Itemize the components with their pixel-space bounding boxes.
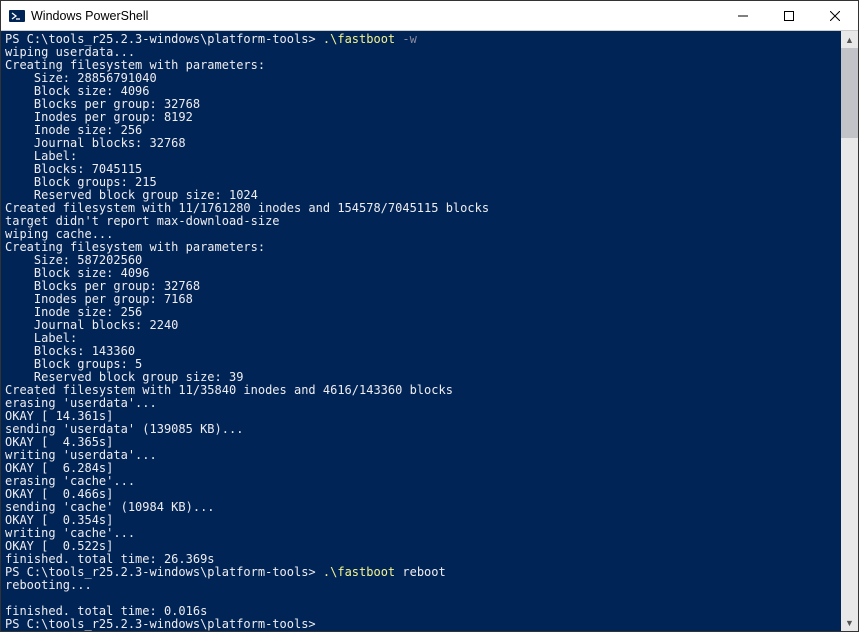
console-output[interactable]: PS C:\tools_r25.2.3-windows\platform-too… — [1, 31, 841, 631]
output-line: Journal blocks: 32768 — [5, 136, 186, 150]
output-line: finished. total time: 26.369s — [5, 552, 215, 566]
maximize-icon — [784, 11, 794, 21]
output-line: Block size: 4096 — [5, 266, 150, 280]
output-line: Size: 28856791040 — [5, 71, 157, 85]
output-line: Created filesystem with 11/35840 inodes … — [5, 383, 453, 397]
output-line: wiping cache... — [5, 227, 113, 241]
scroll-thumb[interactable] — [841, 48, 858, 138]
output-line: Block groups: 5 — [5, 357, 142, 371]
output-line: Inodes per group: 8192 — [5, 110, 193, 124]
output-line: Blocks: 143360 — [5, 344, 135, 358]
output-line: OKAY [ 0.354s] — [5, 513, 113, 527]
output-line: Size: 587202560 — [5, 253, 142, 267]
output-line: sending 'userdata' (139085 KB)... — [5, 422, 243, 436]
output-line: OKAY [ 4.365s] — [5, 435, 113, 449]
cursor — [323, 619, 330, 631]
output-line: OKAY [ 0.522s] — [5, 539, 113, 553]
prompt-line: PS C:\tools_r25.2.3-windows\platform-too… — [5, 617, 330, 631]
output-line: rebooting... — [5, 578, 92, 592]
scroll-up-button[interactable]: ▲ — [841, 31, 858, 48]
output-line: Inode size: 256 — [5, 123, 142, 137]
titlebar[interactable]: Windows PowerShell — [1, 1, 858, 31]
output-line: Reserved block group size: 1024 — [5, 188, 258, 202]
output-line: Inode size: 256 — [5, 305, 142, 319]
output-line: Creating filesystem with parameters: — [5, 58, 265, 72]
console-area: PS C:\tools_r25.2.3-windows\platform-too… — [1, 31, 858, 631]
prompt-line: PS C:\tools_r25.2.3-windows\platform-too… — [5, 565, 446, 579]
output-line: erasing 'userdata'... — [5, 396, 157, 410]
vertical-scrollbar[interactable]: ▲ ▼ — [841, 31, 858, 631]
output-line: Journal blocks: 2240 — [5, 318, 178, 332]
output-line: Block groups: 215 — [5, 175, 157, 189]
output-line: Blocks: 7045115 — [5, 162, 142, 176]
output-line: Block size: 4096 — [5, 84, 150, 98]
close-button[interactable] — [812, 1, 858, 31]
window-title: Windows PowerShell — [31, 9, 148, 23]
maximize-button[interactable] — [766, 1, 812, 31]
output-line: erasing 'cache'... — [5, 474, 135, 488]
minimize-button[interactable] — [720, 1, 766, 31]
output-line: wiping userdata... — [5, 45, 135, 59]
output-line: writing 'cache'... — [5, 526, 135, 540]
output-line: Label: — [5, 149, 77, 163]
output-line: finished. total time: 0.016s — [5, 604, 207, 618]
close-icon — [830, 11, 840, 21]
output-line: Label: — [5, 331, 77, 345]
scroll-down-button[interactable]: ▼ — [841, 614, 858, 631]
output-line: target didn't report max-download-size — [5, 214, 280, 228]
output-line: sending 'cache' (10984 KB)... — [5, 500, 215, 514]
output-line: Blocks per group: 32768 — [5, 97, 200, 111]
output-line: writing 'userdata'... — [5, 448, 157, 462]
output-line: Creating filesystem with parameters: — [5, 240, 265, 254]
powershell-icon — [9, 8, 25, 24]
minimize-icon — [738, 11, 748, 21]
output-line: Blocks per group: 32768 — [5, 279, 200, 293]
prompt-line: PS C:\tools_r25.2.3-windows\platform-too… — [5, 32, 417, 46]
output-line: OKAY [ 6.284s] — [5, 461, 113, 475]
output-line: OKAY [ 0.466s] — [5, 487, 113, 501]
output-line: Reserved block group size: 39 — [5, 370, 243, 384]
output-line: OKAY [ 14.361s] — [5, 409, 113, 423]
output-line: Created filesystem with 11/1761280 inode… — [5, 201, 489, 215]
output-line: Inodes per group: 7168 — [5, 292, 193, 306]
